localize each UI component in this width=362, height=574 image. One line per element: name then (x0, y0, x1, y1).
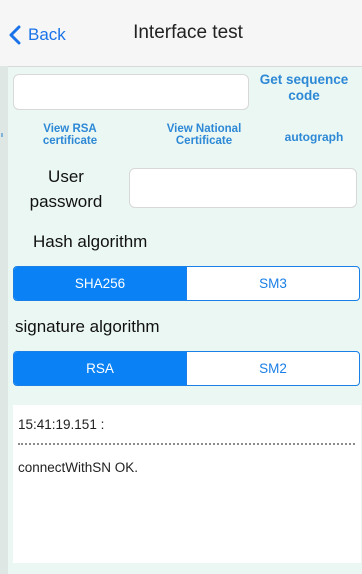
hash-algorithm-segmented-control: SHA256 SM3 (13, 266, 360, 301)
signature-algorithm-segmented-control: RSA SM2 (13, 351, 360, 386)
signature-algorithm-label: signature algorithm (15, 317, 160, 336)
hash-option-sha256[interactable]: SHA256 (14, 267, 186, 300)
autograph-link[interactable]: autograph (268, 130, 360, 144)
log-message: connectWithSN OK. (18, 460, 139, 475)
navigation-bar: Back Interface test (0, 0, 362, 67)
left-edge-shadow (0, 66, 8, 574)
log-timestamp: 15:41:19.151 : (18, 417, 105, 432)
user-password-input[interactable] (129, 168, 357, 208)
divider-dot (1, 133, 3, 137)
signature-option-rsa[interactable]: RSA (14, 352, 186, 385)
get-sequence-code-link[interactable]: Get sequence code (246, 72, 362, 104)
hash-option-sm3[interactable]: SM3 (186, 267, 359, 300)
signature-option-sm2[interactable]: SM2 (186, 352, 359, 385)
user-password-label: User password (29, 167, 103, 211)
sequence-code-input[interactable] (13, 74, 249, 110)
view-national-certificate-link[interactable]: View National Certificate (146, 123, 262, 147)
page-title: Interface test (133, 22, 243, 43)
log-output-area[interactable]: 15:41:19.151 : connectWithSN OK. (13, 405, 361, 563)
view-rsa-certificate-link[interactable]: View RSA certificate (22, 123, 118, 147)
hash-algorithm-label: Hash algorithm (33, 232, 148, 251)
app-frame: Back Interface test Get sequence code Vi… (0, 0, 362, 574)
log-separator (18, 443, 355, 445)
